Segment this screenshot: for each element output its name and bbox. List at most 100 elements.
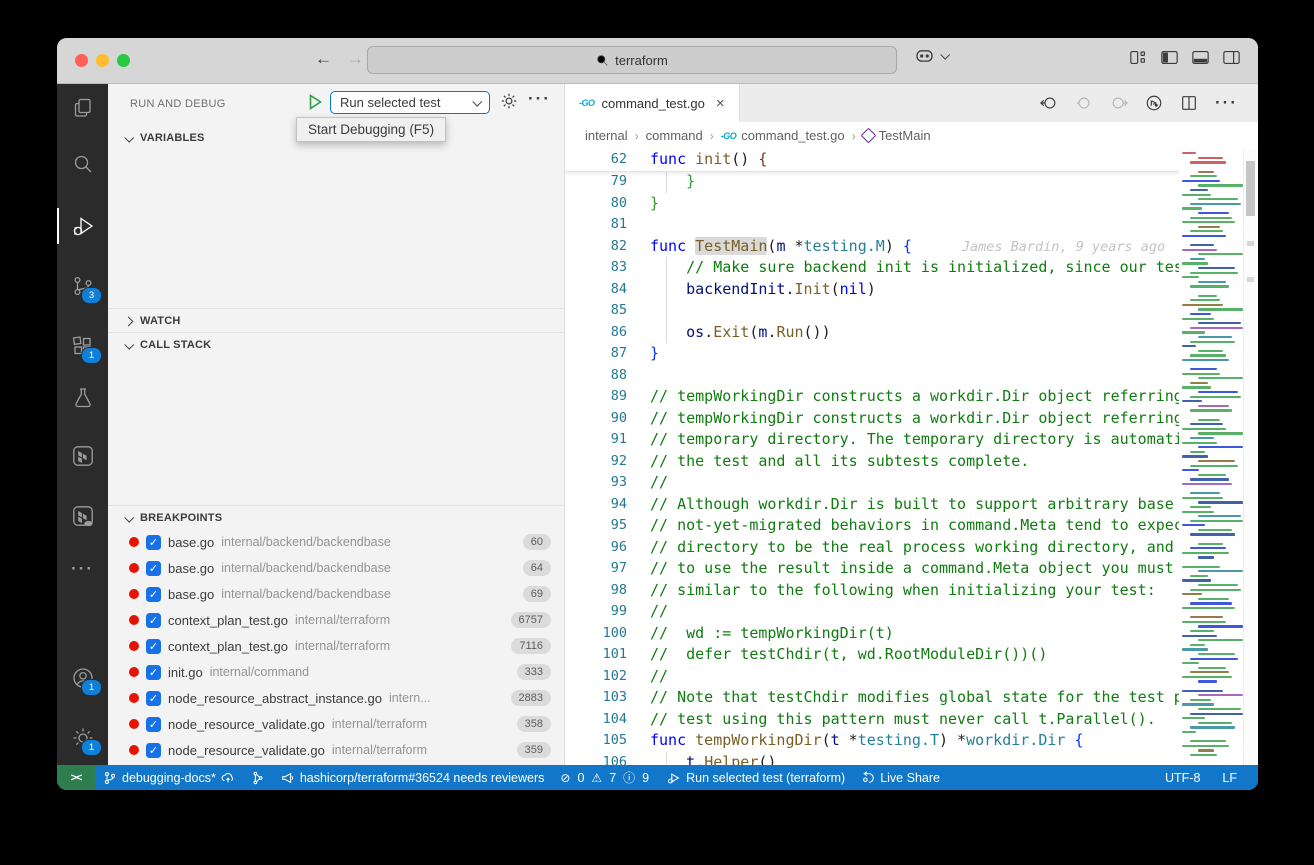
code-line[interactable]: 89// tempWorkingDir constructs a workdir… [565, 386, 1179, 408]
debug-configuration-dropdown[interactable]: Run selected test [330, 91, 490, 114]
minimize-window-button[interactable] [96, 54, 109, 67]
breadcrumb-item-command[interactable]: command [646, 128, 703, 143]
editor-step-icon[interactable] [1075, 94, 1093, 112]
section-call-stack[interactable]: CALL STACK [108, 332, 564, 357]
problems-status-item[interactable]: ⊘0 ⚠7 ⓘ9 [552, 765, 659, 790]
breakpoint-row[interactable]: context_plan_test.gointernal/terraform71… [108, 633, 564, 659]
editor-forward-icon[interactable] [1110, 94, 1128, 112]
source-control-graph-item[interactable] [243, 765, 273, 790]
breadcrumb-item-internal[interactable]: internal [585, 128, 628, 143]
more-actions-icon[interactable] [1215, 93, 1238, 113]
breakpoint-checkbox[interactable] [146, 587, 161, 602]
breakpoint-checkbox[interactable] [146, 743, 161, 758]
code-line[interactable]: 103// Note that testChdir modifies globa… [565, 687, 1179, 709]
breakpoint-checkbox[interactable] [146, 535, 161, 550]
breakpoint-checkbox[interactable] [146, 665, 161, 680]
sidebar-item-run-and-debug[interactable] [57, 202, 108, 250]
history-forward-icon[interactable]: → [347, 49, 364, 69]
sidebar-item-testing[interactable] [57, 374, 108, 422]
sidebar-item-explorer[interactable] [57, 84, 108, 132]
code-line[interactable]: 105func tempWorkingDir(t *testing.T) *wo… [565, 730, 1179, 752]
code-line[interactable]: 62func init() { [565, 149, 1179, 171]
history-back-icon[interactable]: ← [315, 49, 332, 69]
section-breakpoints[interactable]: BREAKPOINTS [108, 505, 564, 530]
breakpoint-checkbox[interactable] [146, 561, 161, 576]
start-debugging-button[interactable] [306, 93, 326, 113]
sticky-scroll-line[interactable]: 62func init() { [565, 149, 1179, 172]
editor-back-icon[interactable] [1040, 94, 1058, 112]
code-line[interactable]: 98// similar to the following when initi… [565, 580, 1179, 602]
additional-views-button[interactable] [57, 545, 108, 593]
breakpoint-row[interactable]: base.gointernal/backend/backendbase64 [108, 555, 564, 581]
breadcrumb-item-symbol[interactable]: TestMain [863, 128, 931, 143]
run-task-status-item[interactable]: Run selected test (terraform) [659, 765, 853, 790]
section-watch[interactable]: WATCH [108, 308, 564, 333]
breakpoint-row[interactable]: context_plan_test.gointernal/terraform67… [108, 607, 564, 633]
toggle-panel-icon[interactable] [1192, 50, 1209, 65]
code-line[interactable]: 80} [565, 193, 1179, 215]
code-line[interactable]: 106 t.Helper() [565, 752, 1179, 766]
sidebar-item-terraform-cloud[interactable] [57, 492, 108, 540]
customize-layout-icon[interactable] [1130, 50, 1147, 65]
code-line[interactable]: 99// [565, 601, 1179, 623]
breakpoint-checkbox[interactable] [146, 717, 161, 732]
sidebar-item-extensions[interactable]: 1 [57, 322, 108, 370]
breakpoint-row[interactable]: node_resource_validate.gointernal/terraf… [108, 737, 564, 763]
code-line[interactable]: 95// not-yet-migrated behaviors in comma… [565, 515, 1179, 537]
code-line[interactable]: 88 [565, 365, 1179, 387]
code-line[interactable]: 90// tempWorkingDir constructs a workdir… [565, 408, 1179, 430]
scrollbar[interactable] [1243, 149, 1258, 765]
close-tab-icon[interactable] [716, 95, 725, 112]
code-line[interactable]: 87} [565, 343, 1179, 365]
toggle-primary-sidebar-icon[interactable] [1161, 50, 1178, 65]
code-line[interactable]: 79 } [565, 171, 1179, 193]
code-line[interactable]: 100// wd := tempWorkingDir(t) [565, 623, 1179, 645]
toggle-secondary-sidebar-icon[interactable] [1223, 50, 1240, 65]
code-line[interactable]: 96// directory to be the real process wo… [565, 537, 1179, 559]
encoding-status-item[interactable]: UTF-8 [1154, 765, 1211, 790]
breakpoint-checkbox[interactable] [146, 691, 161, 706]
pr-status-item[interactable]: hashicorp/terraform#36524 needs reviewer… [273, 765, 553, 790]
code-editor[interactable]: 62func init() { 79 }80}8182func TestMain… [565, 149, 1179, 765]
tab-command-test-go[interactable]: GO command_test.go [565, 84, 740, 122]
open-launch-json-button[interactable] [500, 92, 518, 113]
code-line[interactable]: 104// test using this pattern must never… [565, 709, 1179, 731]
command-center-search[interactable]: terraform [367, 46, 897, 74]
sidebar-item-source-control[interactable]: 3 [57, 262, 108, 310]
breakpoint-row[interactable]: base.gointernal/backend/backendbase69 [108, 581, 564, 607]
copilot-menu[interactable] [915, 48, 948, 63]
breakpoint-row[interactable]: node_resource_abstract_instance.gointern… [108, 685, 564, 711]
code-line[interactable]: 81 [565, 214, 1179, 236]
code-line[interactable]: 93// [565, 472, 1179, 494]
code-line[interactable]: 85 [565, 300, 1179, 322]
code-line[interactable]: 101// defer testChdir(t, wd.RootModuleDi… [565, 644, 1179, 666]
settings-button[interactable]: 1 [57, 714, 108, 762]
code-line[interactable]: 92// the test and all its subtests compl… [565, 451, 1179, 473]
breadcrumb-item-file[interactable]: GO command_test.go [721, 128, 845, 143]
code-line[interactable]: 83 // Make sure backend init is initiali… [565, 257, 1179, 279]
accounts-button[interactable]: 1 [57, 654, 108, 702]
sidebar-item-terraform[interactable] [57, 432, 108, 480]
breakpoint-checkbox[interactable] [146, 613, 161, 628]
code-line[interactable]: 97// to use the result inside a command.… [565, 558, 1179, 580]
live-share-status-item[interactable]: Live Share [853, 765, 948, 790]
remote-indicator[interactable]: >< [57, 765, 95, 790]
sidebar-item-search[interactable] [57, 140, 108, 188]
code-line[interactable]: 82func TestMain(m *testing.M) {James Bar… [565, 236, 1179, 258]
code-line[interactable]: 102// [565, 666, 1179, 688]
split-editor-icon[interactable] [1180, 94, 1198, 112]
run-or-debug-icon[interactable] [1145, 94, 1163, 112]
scrollbar-thumb[interactable] [1246, 161, 1255, 216]
code-line[interactable]: 94// Although workdir.Dir is built to su… [565, 494, 1179, 516]
minimap[interactable] [1179, 149, 1243, 765]
close-window-button[interactable] [75, 54, 88, 67]
zoom-window-button[interactable] [117, 54, 130, 67]
breakpoint-checkbox[interactable] [146, 639, 161, 654]
breakpoint-row[interactable]: base.gointernal/backend/backendbase60 [108, 529, 564, 555]
code-line[interactable]: 86 os.Exit(m.Run()) [565, 322, 1179, 344]
views-and-more-actions-button[interactable] [528, 89, 551, 109]
branch-status-item[interactable]: debugging-docs* [95, 765, 243, 790]
breakpoint-row[interactable]: node_resource_validate.gointernal/terraf… [108, 711, 564, 737]
eol-status-item[interactable]: LF [1211, 765, 1248, 790]
code-line[interactable]: 91// temporary directory. The temporary … [565, 429, 1179, 451]
